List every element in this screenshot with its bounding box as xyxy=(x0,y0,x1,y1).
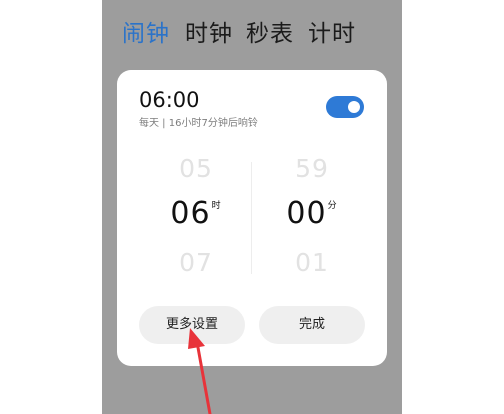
minute-unit-label: 分 xyxy=(327,201,338,211)
tab-bar: 闹钟 时钟 秒表 计时 xyxy=(102,14,402,48)
done-button[interactable]: 完成 xyxy=(259,306,365,344)
minute-picker[interactable]: 59 00分 01 xyxy=(267,152,357,282)
phone-screen: 闹钟 时钟 秒表 计时 06:00 每天 | 16小时7分钟后响铃 05 06时… xyxy=(102,0,402,414)
toggle-knob xyxy=(348,101,360,113)
hour-unit-label: 时 xyxy=(211,201,222,211)
picker-divider xyxy=(251,162,252,274)
tab-alarm[interactable]: 闹钟 xyxy=(122,14,170,48)
hour-prev-value[interactable]: 05 xyxy=(151,154,241,183)
hour-selected-number: 06 xyxy=(170,196,211,231)
tab-stopwatch[interactable]: 秒表 xyxy=(246,14,294,48)
alarm-edit-dialog: 06:00 每天 | 16小时7分钟后响铃 05 06时 07 59 00分 0… xyxy=(117,70,387,366)
hour-picker[interactable]: 05 06时 07 xyxy=(151,152,241,282)
more-settings-button[interactable]: 更多设置 xyxy=(139,306,245,344)
alarm-repeat-subtitle: 每天 | 16小时7分钟后响铃 xyxy=(139,118,258,129)
tab-clock[interactable]: 时钟 xyxy=(185,14,233,48)
tab-timer[interactable]: 计时 xyxy=(308,14,356,48)
hour-next-value[interactable]: 07 xyxy=(151,248,241,277)
alarm-enable-toggle[interactable] xyxy=(326,96,364,118)
minute-prev-value[interactable]: 59 xyxy=(267,154,357,183)
alarm-time-title: 06:00 xyxy=(139,88,200,112)
minute-next-value[interactable]: 01 xyxy=(267,248,357,277)
minute-selected-number: 00 xyxy=(286,196,327,231)
minute-selected-value: 00分 xyxy=(267,196,357,231)
hour-selected-value: 06时 xyxy=(151,196,241,231)
